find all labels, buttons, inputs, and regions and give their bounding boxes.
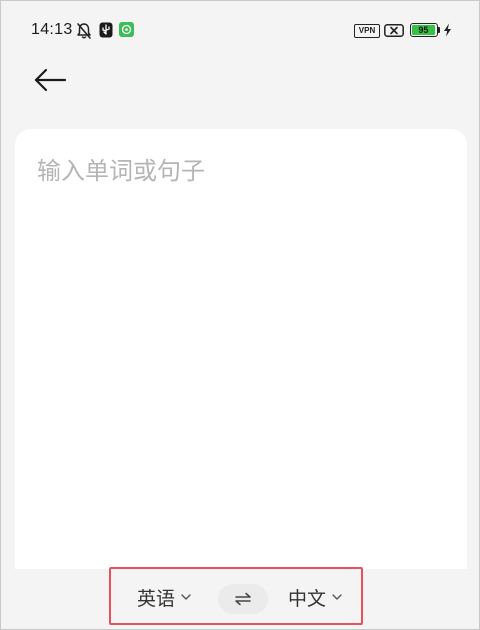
chevron-down-icon — [332, 594, 342, 600]
input-card — [15, 129, 467, 569]
language-selector-bar: 英语 中文 — [109, 567, 363, 625]
no-signal-icon — [384, 24, 404, 37]
status-time: 14:13 — [31, 21, 73, 38]
bell-muted-icon — [77, 23, 91, 39]
target-language-label: 中文 — [288, 587, 327, 610]
source-language-dropdown[interactable]: 英语 — [137, 583, 191, 611]
swap-languages-button[interactable] — [218, 584, 268, 614]
arrow-left-icon — [34, 68, 67, 92]
translation-input[interactable] — [37, 151, 447, 531]
source-language-label: 英语 — [137, 587, 176, 610]
vpn-icon: VPN — [354, 24, 380, 38]
back-button[interactable] — [31, 63, 69, 97]
battery-icon: 95 — [410, 23, 438, 37]
charging-bolt-icon — [444, 23, 451, 37]
battery-cap — [438, 27, 440, 33]
usb-icon — [99, 22, 113, 38]
battery-fill: 95 — [412, 25, 435, 35]
swap-arrows-icon — [235, 592, 251, 606]
battery-level: 95 — [418, 25, 429, 35]
app-notification-icon — [119, 22, 134, 37]
target-language-dropdown[interactable]: 中文 — [288, 583, 342, 611]
status-bar: 14:13 VPN 95 — [1, 1, 479, 61]
chevron-down-icon — [181, 594, 191, 600]
